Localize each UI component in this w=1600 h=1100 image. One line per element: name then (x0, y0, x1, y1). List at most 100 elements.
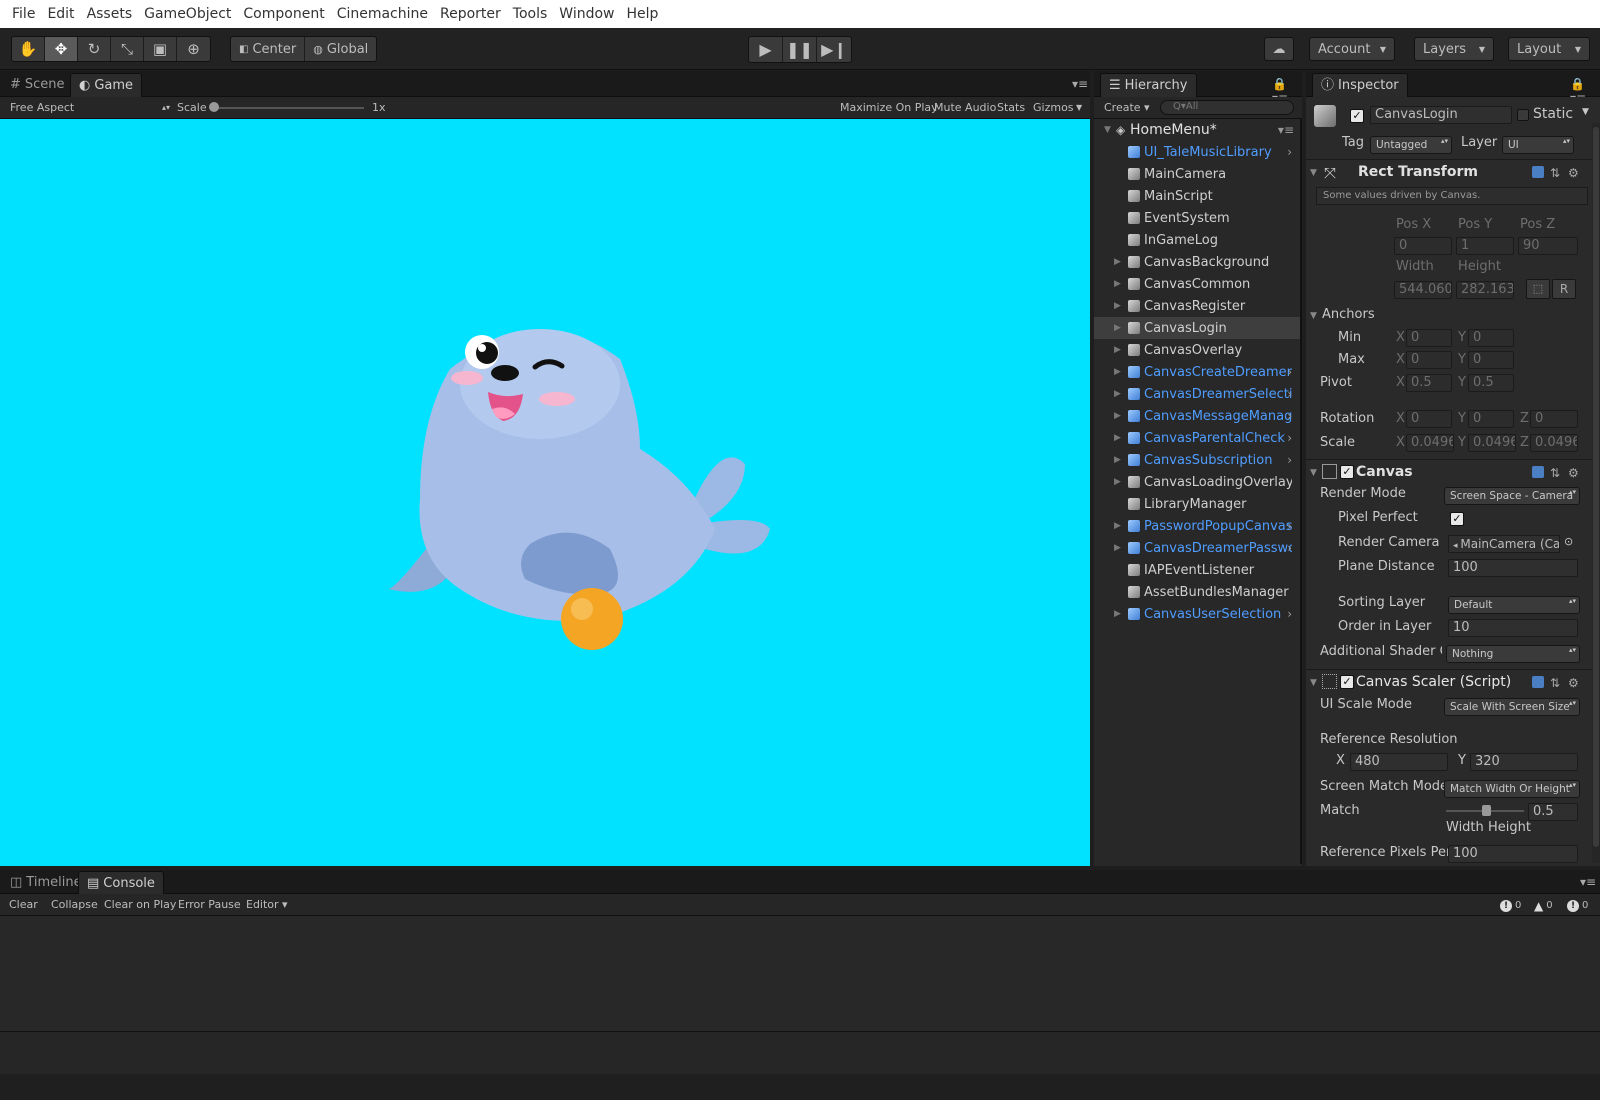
hierarchy-scene-root[interactable]: ▼ ◈ HomeMenu* ▾≡ (1094, 119, 1302, 141)
anchor-max-x-field[interactable]: 0 (1406, 351, 1452, 369)
preset-icon[interactable]: ⇅ (1550, 166, 1562, 180)
play-button[interactable]: ▶ (749, 37, 783, 62)
menu-item-file[interactable]: File (6, 0, 41, 28)
stats-toggle[interactable]: Stats (997, 101, 1025, 114)
aspect-dropdown[interactable]: Free Aspect (10, 101, 74, 114)
preset-icon[interactable]: ⇅ (1550, 466, 1562, 480)
space-global-button[interactable]: ◍ Global (305, 37, 376, 61)
scale-slider-handle[interactable] (209, 102, 219, 112)
hierarchy-item[interactable]: InGameLog (1094, 229, 1302, 251)
scale-tool-icon[interactable]: ⤡ (111, 37, 144, 61)
expand-arrow-icon[interactable]: ▶ (1114, 411, 1121, 421)
pos-z-field[interactable]: 90 (1518, 237, 1578, 255)
expand-arrow-icon[interactable]: ▶ (1114, 455, 1121, 465)
screen-match-mode-dropdown[interactable]: Match Width Or Height (1444, 780, 1580, 798)
raw-edit-button[interactable]: R (1552, 279, 1576, 299)
tag-dropdown[interactable]: Untagged (1370, 136, 1452, 154)
rotation-x-field[interactable]: 0 (1406, 410, 1452, 428)
hand-tool-icon[interactable]: ✋ (12, 37, 45, 61)
tab-game[interactable]: ◐ Game (70, 73, 143, 97)
inspector-scroll-thumb[interactable] (1593, 127, 1599, 847)
expand-arrow-icon[interactable]: ▶ (1114, 367, 1121, 377)
move-tool-icon[interactable]: ✥ (45, 37, 78, 61)
prefab-open-chevron-icon[interactable]: › (1287, 607, 1292, 621)
tab-console[interactable]: ▤ Console (78, 871, 164, 895)
expand-arrow-icon[interactable]: ▶ (1114, 433, 1121, 443)
shader-channels-dropdown[interactable]: Nothing (1446, 645, 1580, 663)
collapse-button[interactable]: Collapse (51, 898, 98, 911)
preset-icon[interactable]: ⇅ (1550, 676, 1562, 690)
step-button[interactable]: ▶❙ (817, 37, 851, 62)
pivot-y-field[interactable]: 0.5 (1468, 374, 1514, 392)
hierarchy-item[interactable]: ▶ CanvasLoadingOverlay (1094, 471, 1302, 493)
prefab-open-chevron-icon[interactable]: › (1287, 541, 1292, 555)
prefab-open-chevron-icon[interactable]: › (1287, 409, 1292, 423)
console-log-area[interactable] (0, 916, 1600, 1032)
prefab-open-chevron-icon[interactable]: › (1287, 145, 1292, 159)
collapse-arrow-icon[interactable]: ▼ (1310, 468, 1317, 478)
anchor-min-x-field[interactable]: 0 (1406, 329, 1452, 347)
scale-y-field[interactable]: 0.0496 (1468, 434, 1516, 452)
hierarchy-item[interactable]: MainScript (1094, 185, 1302, 207)
object-name-field[interactable]: CanvasLogin (1370, 106, 1512, 124)
hierarchy-item[interactable]: ▶ CanvasCreateDreamer › (1094, 361, 1302, 383)
canvas-enabled-checkbox[interactable]: ✓ (1340, 465, 1354, 479)
match-slider-handle[interactable] (1482, 805, 1491, 816)
pivot-center-button[interactable]: ◧ Center (231, 37, 306, 61)
transform-tool-icon[interactable]: ⊕ (177, 37, 210, 61)
render-camera-field[interactable]: ◂ MainCamera (Ca (1448, 535, 1560, 553)
prefab-open-chevron-icon[interactable]: › (1287, 387, 1292, 401)
order-in-layer-field[interactable]: 10 (1448, 619, 1578, 637)
scale-z-field[interactable]: 0.0496 (1530, 434, 1578, 452)
static-checkbox[interactable] (1517, 109, 1529, 121)
expand-arrow-icon[interactable]: ▶ (1114, 609, 1121, 619)
game-view[interactable] (0, 119, 1090, 866)
scale-x-field[interactable]: 0.0496 (1406, 434, 1454, 452)
layers-dropdown[interactable]: Layers ▼ (1414, 37, 1494, 61)
maximize-on-play-toggle[interactable]: Maximize On Play (840, 101, 938, 114)
expand-arrow-icon[interactable]: ▶ (1114, 257, 1121, 267)
expand-arrow-icon[interactable]: ▶ (1114, 301, 1121, 311)
tab-scene[interactable]: # Scene (2, 73, 73, 97)
hierarchy-item[interactable]: ▶ CanvasDreamerSelection› (1094, 383, 1302, 405)
menu-item-reporter[interactable]: Reporter (434, 0, 507, 28)
error-counter[interactable]: ! 0 (1567, 897, 1588, 914)
rotate-tool-icon[interactable]: ↻ (78, 37, 111, 61)
rotation-z-field[interactable]: 0 (1530, 410, 1578, 428)
hierarchy-item[interactable]: ▶ CanvasParentalCheck › (1094, 427, 1302, 449)
menu-item-window[interactable]: Window (553, 0, 620, 28)
mute-audio-toggle[interactable]: Mute Audio (934, 101, 996, 114)
hierarchy-item[interactable]: EventSystem (1094, 207, 1302, 229)
rotation-y-field[interactable]: 0 (1468, 410, 1514, 428)
tab-hierarchy[interactable]: ☰ Hierarchy (1100, 73, 1197, 97)
prefab-open-chevron-icon[interactable]: › (1287, 453, 1292, 467)
ui-scale-mode-dropdown[interactable]: Scale With Screen Size (1444, 698, 1580, 716)
inspector-scrollbar[interactable] (1592, 123, 1600, 863)
pos-x-field[interactable]: 0 (1394, 237, 1452, 255)
collapse-arrow-icon[interactable]: ▼ (1310, 168, 1317, 178)
scene-menu-icon[interactable]: ▾≡ (1278, 123, 1294, 137)
hierarchy-item[interactable]: ▶ CanvasSubscription › (1094, 449, 1302, 471)
gear-icon[interactable]: ⚙ (1568, 466, 1580, 480)
static-caret-icon[interactable]: ▼ (1582, 107, 1589, 117)
expand-arrow-icon[interactable]: ▶ (1114, 345, 1121, 355)
hierarchy-item[interactable]: AssetBundlesManager (1094, 581, 1302, 603)
rect-tool-icon[interactable]: ▣ (144, 37, 177, 61)
layout-dropdown[interactable]: Layout ▼ (1508, 37, 1590, 61)
clear-on-play-button[interactable]: Clear on Play (104, 898, 176, 911)
hierarchy-item[interactable]: IAPEventListener (1094, 559, 1302, 581)
expand-arrow-icon[interactable]: ▼ (1104, 125, 1111, 135)
expand-arrow-icon[interactable]: ▶ (1114, 323, 1121, 333)
hierarchy-item[interactable]: ▶ CanvasCommon (1094, 273, 1302, 295)
help-icon[interactable] (1532, 466, 1544, 478)
layer-dropdown[interactable]: UI (1502, 136, 1574, 154)
menu-item-assets[interactable]: Assets (81, 0, 139, 28)
rect-transform-header[interactable]: ▼ ⤧ Rect Transform ⇅ ⚙ (1306, 159, 1600, 185)
pause-button[interactable]: ❚❚ (783, 37, 817, 62)
expand-arrow-icon[interactable]: ▶ (1114, 279, 1121, 289)
expand-arrow-icon[interactable]: ▶ (1114, 477, 1121, 487)
clear-button[interactable]: Clear (9, 898, 38, 911)
error-pause-button[interactable]: Error Pause (178, 898, 241, 911)
hierarchy-search-input[interactable]: Q▾All (1160, 100, 1294, 115)
hierarchy-item[interactable]: LibraryManager (1094, 493, 1302, 515)
